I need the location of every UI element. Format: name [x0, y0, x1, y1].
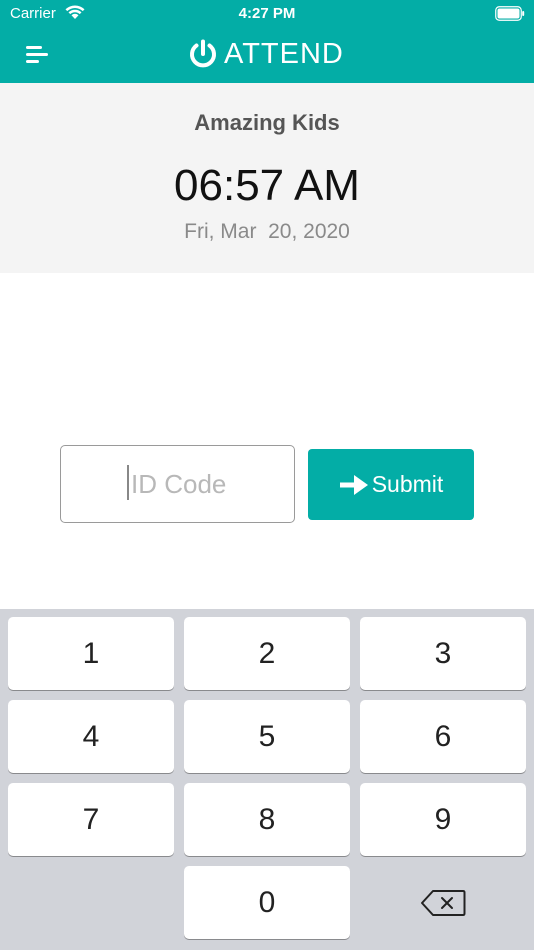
key-1[interactable]: 1	[8, 617, 174, 690]
numeric-keypad: 1 2 3 4 5 6 7 8 9 0	[0, 609, 534, 950]
info-panel: Amazing Kids 06:57 AM Fri, Mar 20, 2020	[0, 83, 534, 273]
key-2[interactable]: 2	[184, 617, 350, 690]
brand-name: ATTEND	[224, 37, 344, 70]
current-date: Fri, Mar 20, 2020	[184, 220, 350, 243]
key-9[interactable]: 9	[360, 783, 526, 856]
status-time: 4:27 PM	[238, 5, 296, 22]
text-cursor	[127, 465, 129, 500]
app-header: Carrier 4:27 PM ATTEND	[0, 0, 534, 83]
backspace-key[interactable]	[360, 866, 526, 939]
organization-name: Amazing Kids	[194, 110, 340, 135]
key-7[interactable]: 7	[8, 783, 174, 856]
app-logo: ATTEND	[188, 37, 344, 71]
key-5[interactable]: 5	[184, 700, 350, 773]
arrow-right-icon	[339, 474, 368, 495]
status-bar: Carrier 4:27 PM	[0, 0, 534, 28]
id-code-input[interactable]	[60, 445, 295, 523]
backspace-icon	[421, 889, 466, 916]
key-4[interactable]: 4	[8, 700, 174, 773]
menu-icon[interactable]	[20, 41, 52, 69]
current-time: 06:57 AM	[174, 161, 360, 210]
power-icon	[190, 39, 216, 68]
battery-icon	[495, 6, 525, 21]
nav-bar: ATTEND	[0, 28, 534, 83]
submit-button[interactable]: Submit	[308, 449, 474, 520]
key-3[interactable]: 3	[360, 617, 526, 690]
key-0[interactable]: 0	[184, 866, 350, 939]
submit-label: Submit	[371, 471, 444, 497]
key-6[interactable]: 6	[360, 700, 526, 773]
key-8[interactable]: 8	[184, 783, 350, 856]
